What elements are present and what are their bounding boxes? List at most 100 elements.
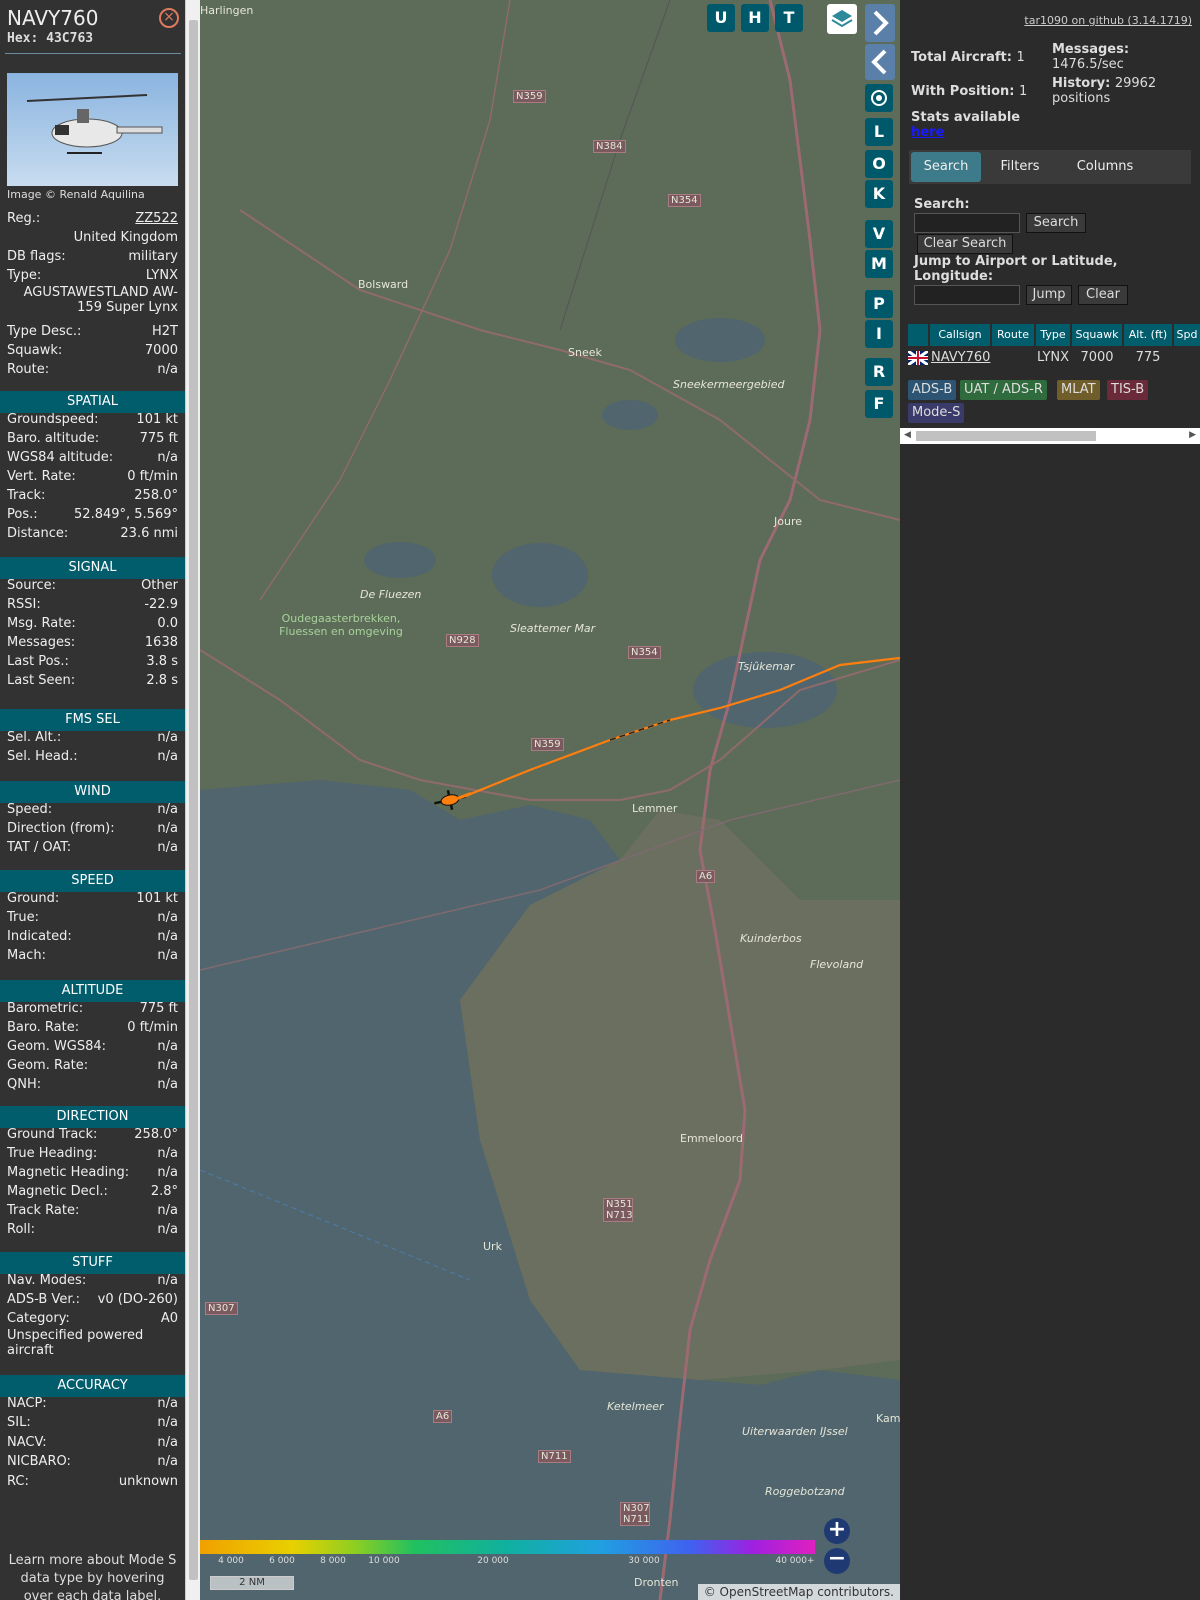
- column-header-route[interactable]: Route: [992, 324, 1034, 346]
- info-label: True:: [7, 910, 39, 925]
- tab-columns[interactable]: Columns: [1059, 152, 1151, 182]
- search-label: Search:: [914, 197, 970, 212]
- column-header-callsign[interactable]: Callsign: [930, 324, 990, 346]
- map-button-i[interactable]: I: [865, 320, 893, 348]
- column-header-flag[interactable]: [908, 324, 928, 346]
- info-label: NACP:: [7, 1396, 47, 1411]
- info-value: 23.6 nmi: [120, 526, 178, 541]
- info-label: Barometric:: [7, 1001, 84, 1016]
- map-button-v[interactable]: V: [865, 220, 893, 248]
- map-button-h[interactable]: H: [741, 4, 769, 32]
- map-attribution[interactable]: © OpenStreetMap contributors.: [697, 1584, 900, 1600]
- column-header-type[interactable]: Type: [1036, 324, 1070, 346]
- aircraft-photo[interactable]: [7, 73, 178, 186]
- road-label: A6: [433, 1410, 453, 1423]
- scale-bar: 2 NM: [210, 1576, 294, 1590]
- divider: [5, 53, 181, 54]
- info-row: Msg. Rate: 0.0: [7, 614, 178, 633]
- info-row: Magnetic Heading: n/a: [7, 1163, 178, 1182]
- settings-button[interactable]: [865, 84, 893, 112]
- chevron-right-icon: [873, 10, 889, 36]
- info-row: Distance: 23.6 nmi: [7, 524, 178, 543]
- map-button-l[interactable]: L: [865, 118, 893, 146]
- clear-button[interactable]: Clear: [1078, 285, 1128, 305]
- altitude-tick-label: 4 000: [218, 1556, 244, 1566]
- scrollbar-thumb[interactable]: [189, 20, 198, 1580]
- with-position: With Position: 1: [911, 84, 1027, 99]
- reg-link[interactable]: ZZ522: [135, 209, 178, 228]
- column-header-squawk[interactable]: Squawk: [1072, 324, 1122, 346]
- horizontal-scrollbar[interactable]: ◀ ▶: [900, 428, 1200, 444]
- zoom-in-button[interactable]: +: [824, 1518, 850, 1544]
- search-button[interactable]: Search: [1026, 213, 1086, 233]
- zoom-out-button[interactable]: −: [824, 1548, 850, 1574]
- altitude-tick-label: 10 000: [368, 1556, 400, 1566]
- road-label: N359: [531, 738, 564, 751]
- column-header-alt[interactable]: Alt. (ft): [1124, 324, 1172, 346]
- map-button-o[interactable]: O: [865, 150, 893, 178]
- typedesc-value: H2T: [152, 324, 178, 339]
- map-button-f[interactable]: F: [865, 390, 893, 418]
- info-value: -22.9: [144, 597, 178, 612]
- clear-search-button[interactable]: Clear Search: [917, 234, 1013, 254]
- map-button-u[interactable]: U: [707, 4, 735, 32]
- info-label: Distance:: [7, 526, 69, 541]
- type-value: LYNX: [145, 268, 178, 283]
- hex-code: Hex: 43C763: [7, 31, 93, 46]
- info-label: Last Seen:: [7, 673, 76, 688]
- stats-link[interactable]: here: [911, 125, 944, 140]
- tab-filters[interactable]: Filters: [985, 152, 1055, 182]
- info-label: Ground Track:: [7, 1127, 98, 1142]
- altitude-tick-label: 40 000+: [775, 1556, 815, 1566]
- road-label: A6: [696, 870, 716, 883]
- collapse-right-button[interactable]: [865, 4, 895, 42]
- info-row: Baro. altitude: 775 ft: [7, 429, 178, 448]
- map-button-p[interactable]: P: [865, 290, 893, 318]
- github-link[interactable]: tar1090 on github (3.14.1719): [1024, 14, 1192, 27]
- info-label: Category:: [7, 1311, 70, 1326]
- route-row: Route: n/a: [7, 360, 178, 379]
- hscroll-left-icon[interactable]: ◀: [904, 430, 911, 440]
- map-button-t[interactable]: T: [775, 4, 803, 32]
- close-icon[interactable]: ×: [159, 8, 179, 28]
- map-button-r[interactable]: R: [865, 358, 893, 386]
- info-value: 775 ft: [139, 1001, 178, 1016]
- messages-value: 1476.5/sec: [1052, 57, 1124, 72]
- hscroll-right-icon[interactable]: ▶: [1189, 430, 1196, 440]
- info-row: Sel. Alt.: n/a: [7, 728, 178, 747]
- info-label: Track Rate:: [7, 1203, 80, 1218]
- info-value: 101 kt: [136, 891, 178, 906]
- layers-button[interactable]: [827, 4, 857, 34]
- jump-input[interactable]: [914, 285, 1020, 305]
- hscroll-thumb[interactable]: [916, 431, 1096, 441]
- info-label: Ground:: [7, 891, 60, 906]
- table-row[interactable]: NAVY760 LYNX 7000 775: [907, 348, 1200, 368]
- column-header-speed[interactable]: Spd: [1174, 324, 1200, 346]
- map-button-m[interactable]: M: [865, 250, 893, 278]
- info-label: Baro. altitude:: [7, 431, 100, 446]
- tab-search[interactable]: Search: [911, 152, 981, 182]
- map-button-k[interactable]: K: [865, 180, 893, 208]
- jump-button[interactable]: Jump: [1026, 285, 1072, 305]
- info-row: Direction (from): n/a: [7, 819, 178, 838]
- history-label: History:: [1052, 76, 1111, 91]
- row-callsign[interactable]: NAVY760: [931, 350, 990, 365]
- position-value: 1: [1019, 84, 1028, 99]
- collapse-left-button[interactable]: [865, 44, 895, 80]
- road-label: N307: [205, 1302, 238, 1315]
- info-value: n/a: [157, 1273, 178, 1288]
- info-row: Last Pos.: 3.8 s: [7, 652, 178, 671]
- chip-adsb: ADS-B: [908, 380, 957, 400]
- info-value: 52.849°, 5.569°: [74, 507, 178, 522]
- layers-icon: [831, 10, 853, 28]
- dbflags-label: DB flags:: [7, 249, 66, 264]
- info-row: Speed: n/a: [7, 800, 178, 819]
- road-label: N359: [513, 90, 546, 103]
- info-value: n/a: [157, 1454, 178, 1470]
- place-label: Bolsward: [358, 278, 409, 291]
- place-label: Sleattemer Mar: [510, 622, 596, 635]
- sidebar-scrollbar[interactable]: [185, 0, 200, 1600]
- search-input[interactable]: [914, 213, 1020, 233]
- place-label: Roggebotzand: [765, 1485, 845, 1498]
- map-view[interactable]: Harlingen Bolsward Sneek Sneekermeergebied J…: [200, 0, 900, 1600]
